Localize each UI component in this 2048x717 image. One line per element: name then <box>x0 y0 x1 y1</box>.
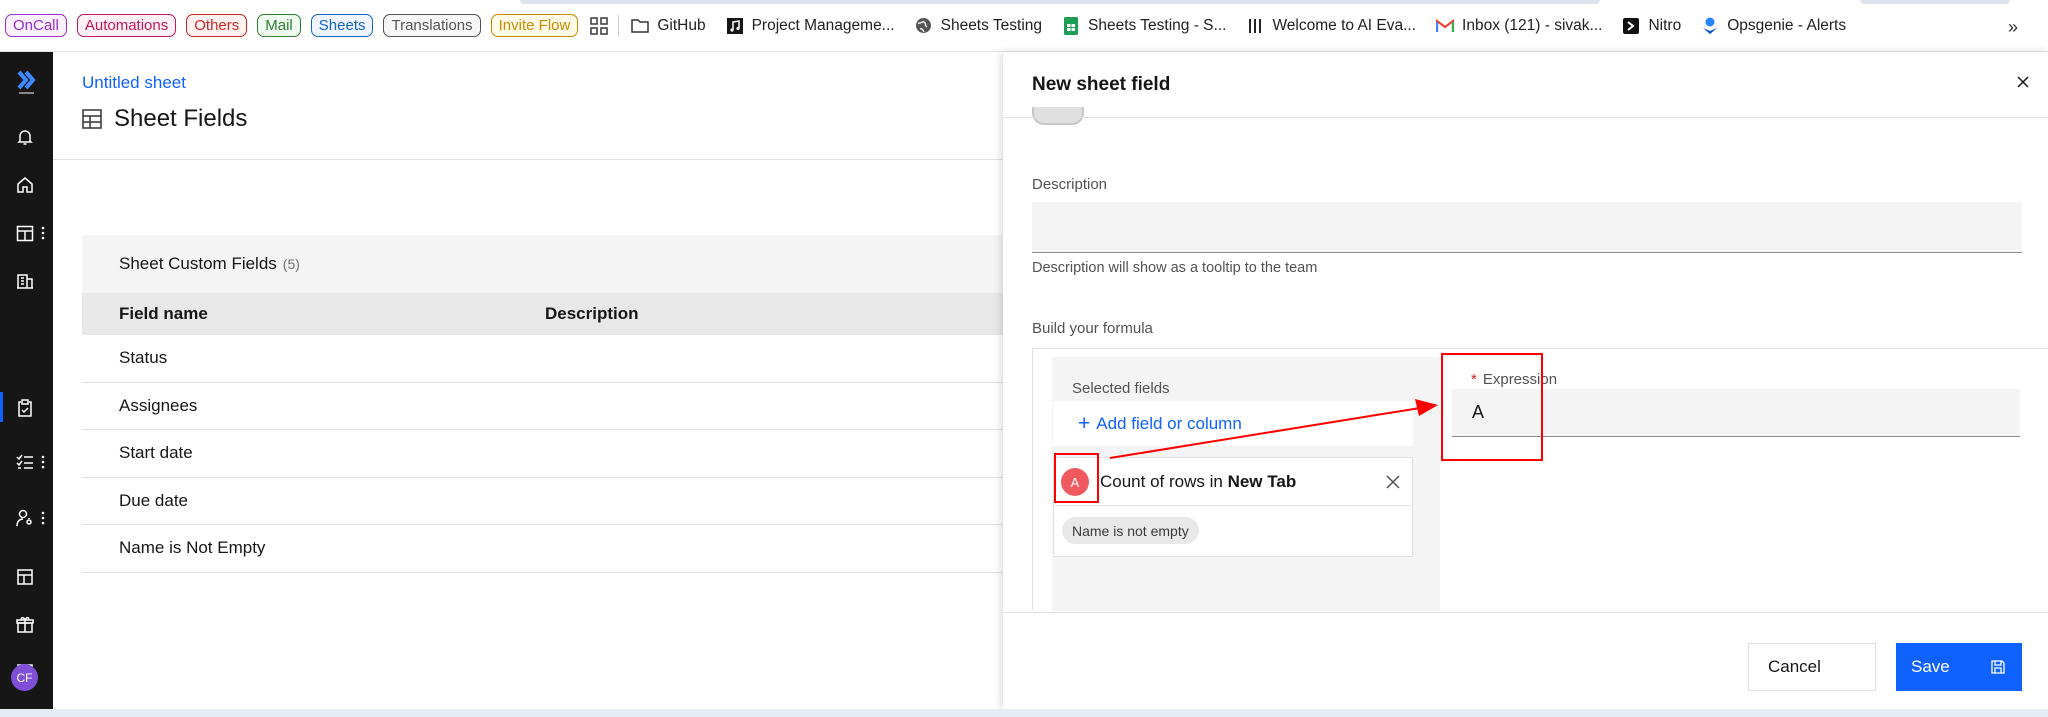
annotation-arrow <box>1109 399 1438 459</box>
bottom-window-edge <box>0 709 2048 717</box>
